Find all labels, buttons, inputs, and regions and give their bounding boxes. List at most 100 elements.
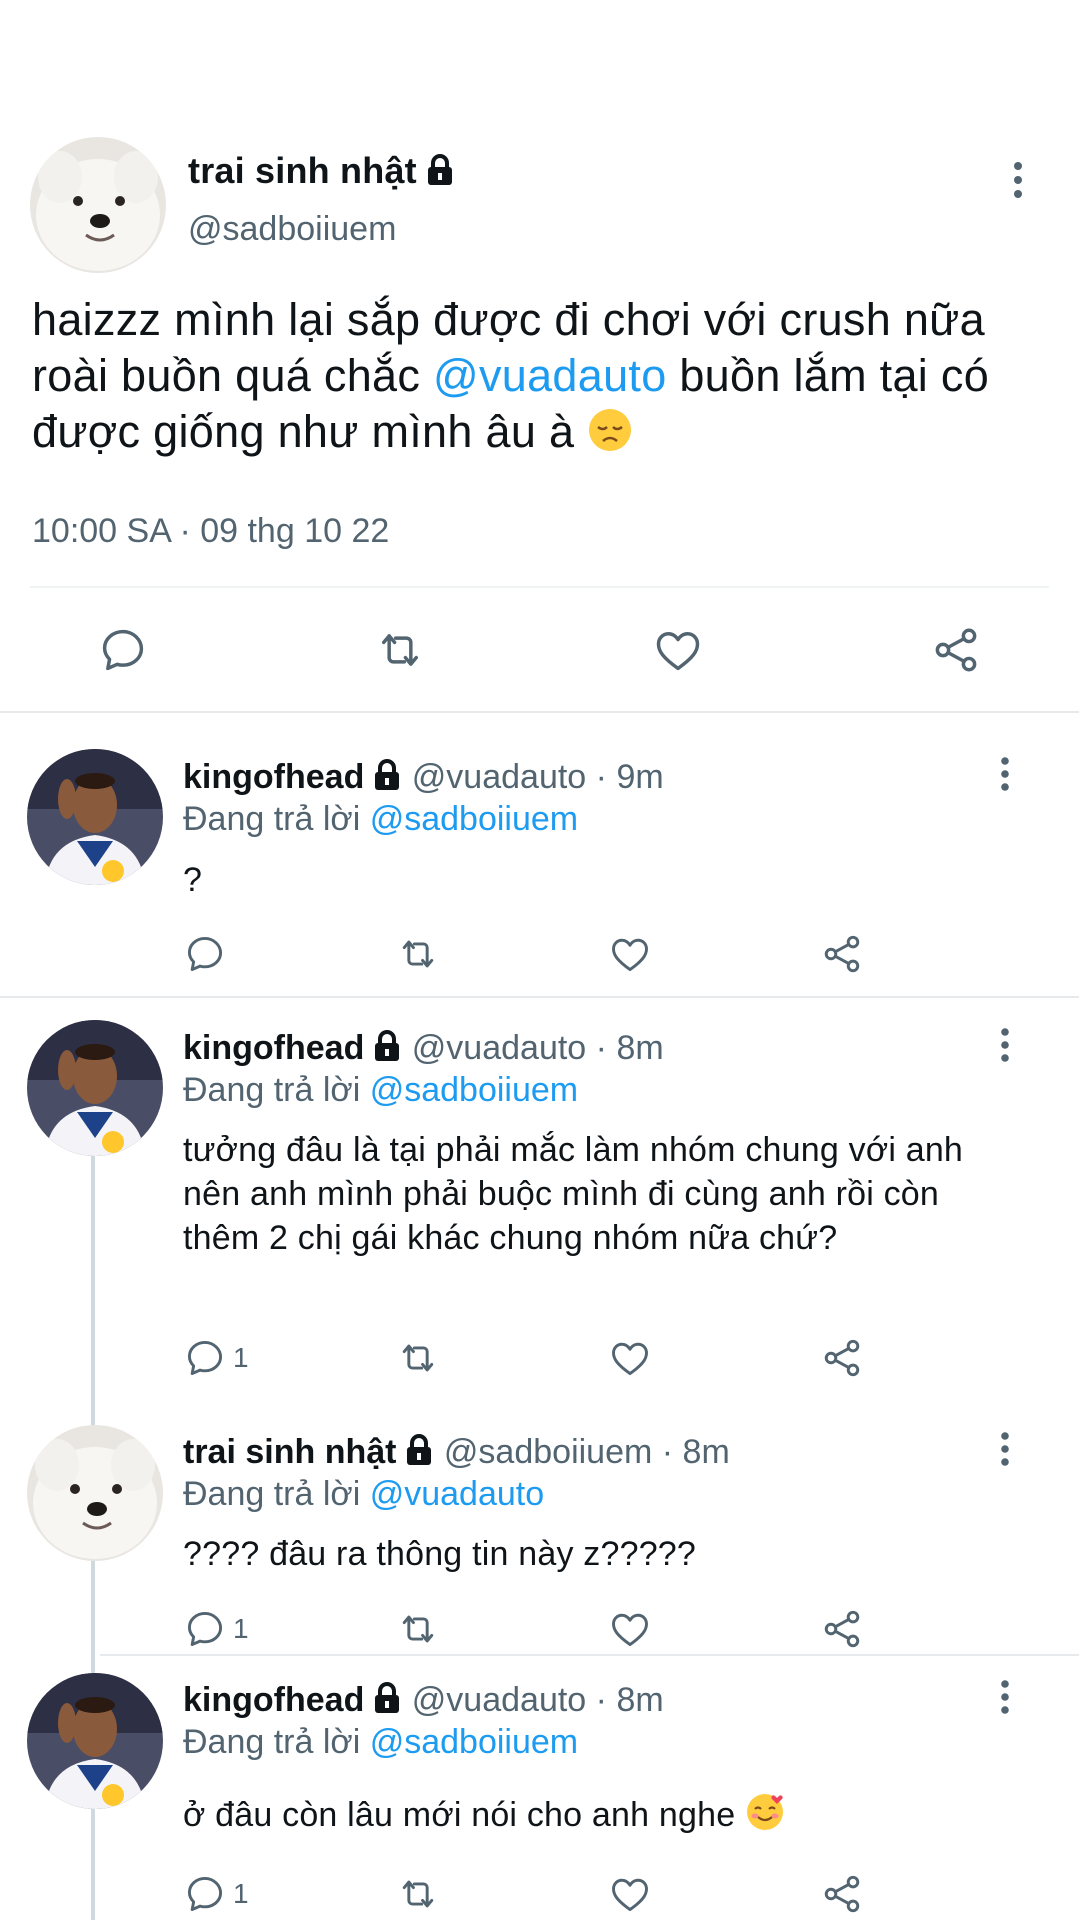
lock-icon xyxy=(425,153,455,195)
reply-text: ở đâu còn lâu mới nói cho anh nghe xyxy=(183,1792,1023,1843)
reply-button[interactable]: 1 xyxy=(183,1872,249,1916)
share-icon xyxy=(824,1610,860,1648)
replying-to: Đang trả lời @vuadauto xyxy=(183,1475,544,1514)
author-name-text: trai sinh nhật xyxy=(188,150,417,191)
replying-to: Đang trả lời @sadboiiuem xyxy=(183,1071,578,1110)
reply-text: ? xyxy=(183,861,203,899)
replying-to-mention[interactable]: @sadboiiuem xyxy=(370,1723,578,1761)
retweet-icon xyxy=(402,940,434,968)
more-options-icon[interactable] xyxy=(998,1431,1012,1472)
divider xyxy=(30,586,1049,588)
divider xyxy=(0,711,1079,713)
retweet-icon xyxy=(402,1615,434,1643)
reply-author-name[interactable]: trai sinh nhật xyxy=(183,1433,396,1471)
reply-button[interactable] xyxy=(183,932,233,976)
reply-author-name[interactable]: kingofhead xyxy=(183,1029,364,1067)
more-options-icon[interactable] xyxy=(998,1679,1012,1720)
tweet-timestamp[interactable]: 10:00 SA · 09 thg 10 22 xyxy=(32,512,389,551)
tweet-text: haizzz mình lại sắp được đi chơi với cru… xyxy=(32,292,1042,466)
reply-avatar[interactable] xyxy=(27,1673,163,1809)
like-button[interactable] xyxy=(608,1607,652,1656)
replying-to-label: Đang trả lời xyxy=(183,1723,361,1761)
author-avatar[interactable] xyxy=(30,137,166,273)
more-options-icon[interactable] xyxy=(998,1027,1012,1068)
reply-author-name[interactable]: kingofhead xyxy=(183,1681,364,1719)
share-icon xyxy=(824,1339,860,1377)
reply-author-handle[interactable]: @vuadauto xyxy=(412,1681,586,1719)
replying-to-label: Đang trả lời xyxy=(183,1475,361,1513)
author-handle[interactable]: @sadboiiuem xyxy=(188,210,396,249)
replying-to: Đang trả lời @sadboiiuem xyxy=(183,800,578,839)
reply-avatar[interactable] xyxy=(27,749,163,885)
reply-header: trai sinh nhật @sadboiiuem · 8m xyxy=(183,1433,730,1475)
reply-icon xyxy=(187,936,223,972)
replying-to-mention[interactable]: @sadboiiuem xyxy=(370,1071,578,1109)
retweet-icon xyxy=(382,634,418,666)
replying-to-label: Đang trả lời xyxy=(183,800,361,838)
reply-button[interactable] xyxy=(97,624,149,681)
reply-button[interactable]: 1 xyxy=(183,1607,249,1651)
heart-icon xyxy=(612,1342,648,1376)
lock-icon xyxy=(372,759,402,800)
heart-icon xyxy=(612,1613,648,1647)
more-options-icon[interactable] xyxy=(998,756,1012,797)
disappointed-face-icon xyxy=(587,407,633,466)
like-button[interactable] xyxy=(608,1336,652,1385)
heart-icon xyxy=(612,1878,648,1912)
heart-icon xyxy=(656,632,700,671)
reply-time[interactable]: · 8m xyxy=(596,1681,664,1719)
share-button[interactable] xyxy=(820,1607,864,1656)
reply-avatar[interactable] xyxy=(27,1425,163,1561)
reply-author-handle[interactable]: @sadboiiuem xyxy=(444,1433,652,1471)
reply-header: kingofhead @vuadauto · 9m xyxy=(183,758,664,800)
reply-count: 1 xyxy=(233,1878,249,1909)
reply-button[interactable]: 1 xyxy=(183,1336,249,1380)
reply-time[interactable]: · 9m xyxy=(596,758,664,796)
author-name[interactable]: trai sinh nhật xyxy=(188,150,455,195)
share-button[interactable] xyxy=(820,932,864,981)
reply-icon xyxy=(187,1340,223,1376)
like-button[interactable] xyxy=(608,932,652,981)
like-button[interactable] xyxy=(608,1872,652,1921)
smiling-face-with-hearts-icon xyxy=(745,1792,785,1843)
like-button[interactable] xyxy=(652,624,704,681)
reply-icon xyxy=(102,629,144,671)
replying-to-label: Đang trả lời xyxy=(183,1071,361,1109)
reply-time[interactable]: · 8m xyxy=(596,1029,664,1067)
replying-to-mention[interactable]: @sadboiiuem xyxy=(370,800,578,838)
replying-to: Đang trả lời @sadboiiuem xyxy=(183,1723,578,1762)
lock-icon xyxy=(372,1682,402,1723)
reply-header: kingofhead @vuadauto · 8m xyxy=(183,1681,664,1723)
reply-author-name[interactable]: kingofhead xyxy=(183,758,364,796)
reply-avatar[interactable] xyxy=(27,1020,163,1156)
heart-icon xyxy=(612,938,648,972)
share-icon xyxy=(824,935,860,973)
more-options-icon[interactable] xyxy=(1010,160,1026,205)
retweet-icon xyxy=(402,1344,434,1372)
reply-icon xyxy=(187,1876,223,1912)
reply-header: kingofhead @vuadauto · 8m xyxy=(183,1029,664,1071)
mention-link[interactable]: @vuadauto xyxy=(433,350,667,401)
reply-text: tưởng đâu là tại phải mắc làm nhóm chung… xyxy=(183,1131,964,1257)
reply-author-handle[interactable]: @vuadauto xyxy=(412,758,586,796)
reply-text: ???? đâu ra thông tin này z????? xyxy=(183,1535,697,1573)
reply-text-content: ở đâu còn lâu mới nói cho anh nghe xyxy=(183,1796,736,1834)
retweet-button[interactable] xyxy=(396,1607,440,1656)
lock-icon xyxy=(372,1030,402,1071)
retweet-button[interactable] xyxy=(396,1336,440,1385)
replying-to-mention[interactable]: @vuadauto xyxy=(370,1475,544,1513)
lock-icon xyxy=(404,1434,434,1475)
divider xyxy=(0,996,1079,998)
retweet-button[interactable] xyxy=(374,624,426,681)
retweet-button[interactable] xyxy=(396,1872,440,1921)
reply-icon xyxy=(187,1611,223,1647)
share-button[interactable] xyxy=(930,624,982,681)
retweet-button[interactable] xyxy=(396,932,440,981)
reply-author-handle[interactable]: @vuadauto xyxy=(412,1029,586,1067)
share-button[interactable] xyxy=(820,1872,864,1921)
reply-count: 1 xyxy=(233,1613,249,1644)
share-button[interactable] xyxy=(820,1336,864,1385)
reply-time[interactable]: · 8m xyxy=(662,1433,730,1471)
reply-count: 1 xyxy=(233,1342,249,1373)
divider xyxy=(100,1654,1079,1656)
